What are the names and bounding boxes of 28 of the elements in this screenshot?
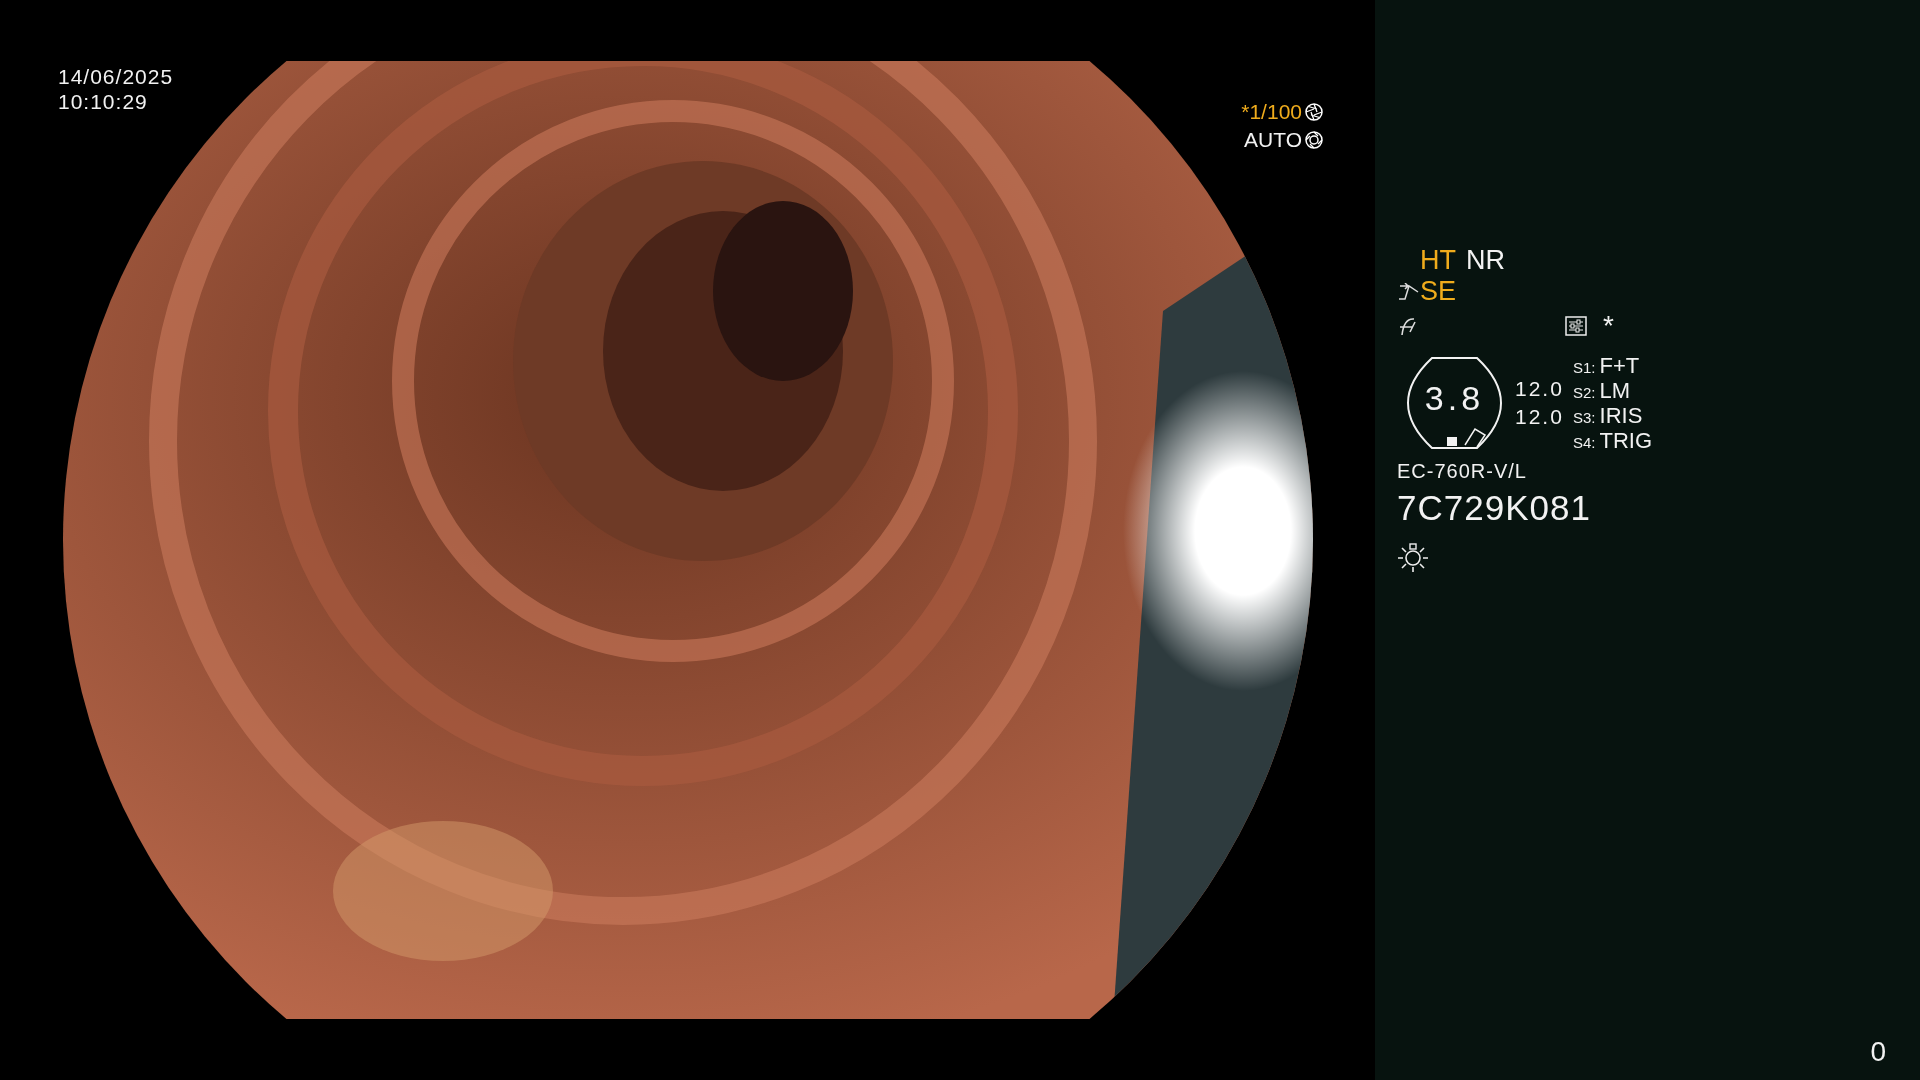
enhancement-label: SE xyxy=(1420,276,1457,307)
scope-model-text: EC-760R-V/L xyxy=(1397,460,1527,483)
switch-key: S4: xyxy=(1573,434,1596,451)
date-text: 14/06/2025 xyxy=(58,64,174,89)
curve-icon xyxy=(1397,282,1419,301)
value-text: 12.0 xyxy=(1515,405,1564,429)
mode-label: HT xyxy=(1420,245,1456,276)
iris-mode-text: AUTO xyxy=(1244,128,1302,152)
switch-function: F+T xyxy=(1599,353,1640,379)
serial-number-text: 7C729K081 xyxy=(1397,488,1591,528)
switch-function: IRIS xyxy=(1599,403,1643,429)
settings-sliders-icon xyxy=(1565,316,1587,336)
switch-key: S2: xyxy=(1573,384,1596,401)
value-text: 12.0 xyxy=(1515,377,1564,401)
switch-function: TRIG xyxy=(1599,428,1653,454)
gauge-reading: 3.8 xyxy=(1423,379,1486,417)
marker-text: * xyxy=(1603,312,1614,340)
shutter-speed-text: *1/100 xyxy=(1241,100,1302,124)
light-icon xyxy=(1397,542,1429,572)
switch-key: S1: xyxy=(1573,359,1596,376)
filter-icon xyxy=(1397,316,1417,336)
time-text: 10:10:29 xyxy=(58,89,148,114)
switch-key: S3: xyxy=(1573,409,1596,426)
switch-function: LM xyxy=(1599,378,1631,404)
mode-label: NR xyxy=(1466,245,1505,276)
aperture-icon xyxy=(1305,103,1323,121)
iris-icon xyxy=(1305,131,1323,149)
counter-text: 0 xyxy=(1870,1036,1886,1068)
